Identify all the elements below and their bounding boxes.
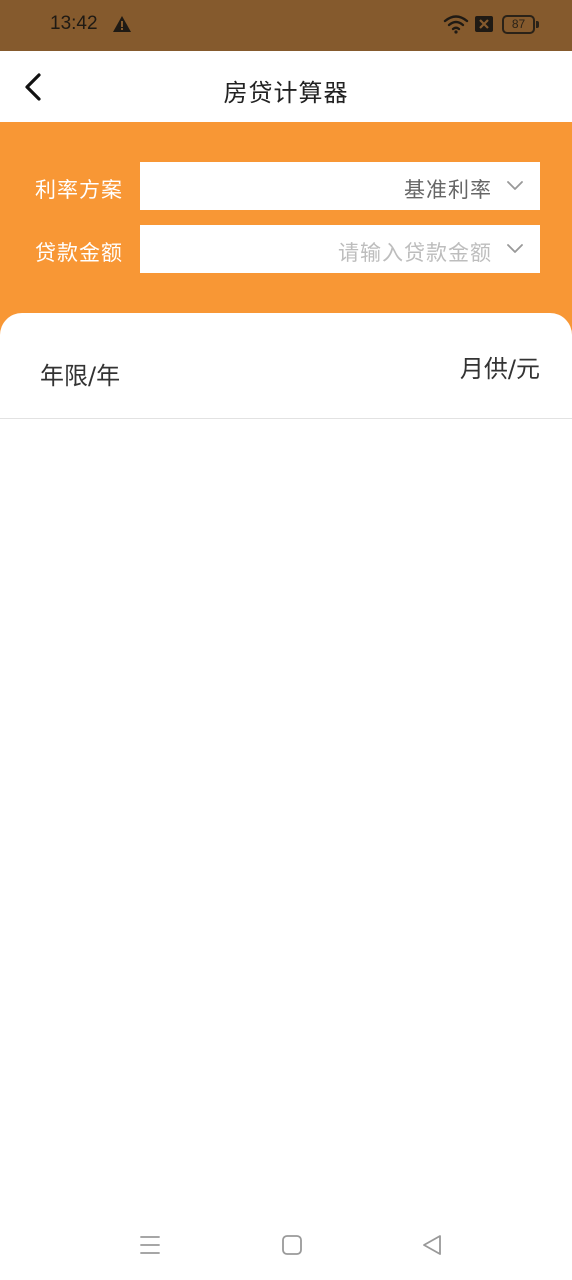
status-time: 13:42 (50, 13, 98, 34)
wifi-icon (443, 15, 469, 34)
rate-plan-value: 基准利率 (404, 178, 492, 202)
loan-amount-row: 贷款金额 请输入贷款金额 (0, 225, 572, 273)
column-header-term: 年限/年 (40, 362, 121, 390)
system-nav-bar (0, 1220, 572, 1280)
warning-icon (113, 16, 131, 32)
sim-icon (475, 16, 493, 32)
back-icon[interactable] (420, 1233, 444, 1257)
chevron-down-icon (507, 181, 523, 190)
battery-tip (536, 21, 539, 28)
loan-amount-placeholder: 请输入贷款金额 (338, 241, 492, 265)
app-header: 房贷计算器 (0, 51, 572, 122)
loan-amount-label: 贷款金额 (35, 241, 123, 265)
loan-amount-input[interactable]: 请输入贷款金额 (140, 225, 540, 273)
menu-icon[interactable] (138, 1234, 162, 1256)
home-icon[interactable] (281, 1234, 303, 1256)
column-header-monthly-payment: 月供/元 (459, 355, 540, 383)
form-panel: 利率方案 基准利率 贷款金额 请输入贷款金额 (0, 122, 572, 342)
page-title: 房贷计算器 (223, 79, 349, 107)
battery-level: 87 (511, 17, 526, 31)
chevron-left-icon[interactable] (14, 67, 54, 107)
results-card: 年限/年 月供/元 (0, 313, 572, 1280)
rate-plan-select[interactable]: 基准利率 (140, 162, 540, 210)
rate-plan-label: 利率方案 (35, 178, 123, 202)
divider (0, 418, 572, 419)
chevron-down-icon (507, 244, 523, 253)
status-bar: 13:42 87 (0, 0, 572, 51)
rate-plan-row: 利率方案 基准利率 (0, 162, 572, 210)
battery-icon: 87 (502, 15, 535, 34)
